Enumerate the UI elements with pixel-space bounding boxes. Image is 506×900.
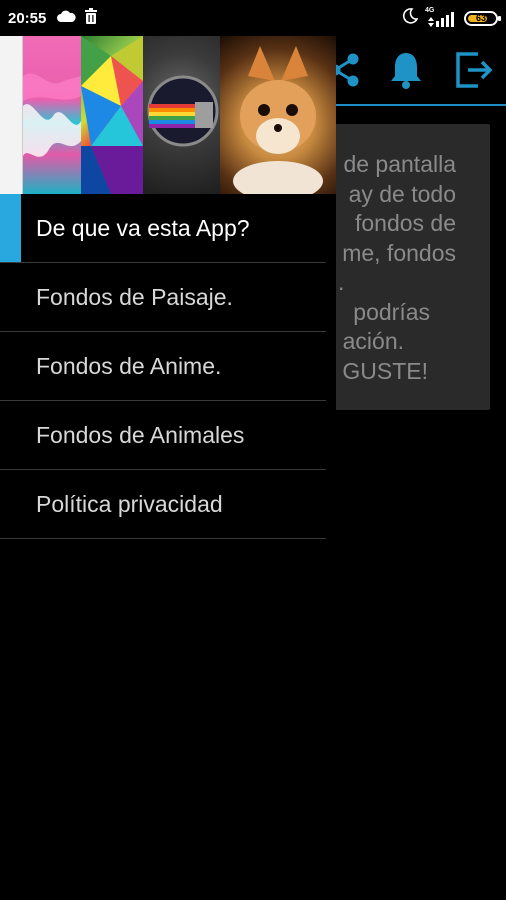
header-image-edge [0, 36, 23, 194]
drawer-header [0, 36, 336, 194]
trash-icon [84, 7, 98, 29]
drawer-menu: De que va esta App? Fondos de Paisaje. F… [0, 194, 326, 539]
navigation-drawer: De que va esta App? Fondos de Paisaje. F… [0, 36, 336, 900]
menu-item-anime-wallpapers[interactable]: Fondos de Anime. [0, 332, 326, 401]
polygon-wallpaper [80, 36, 143, 194]
bell-icon[interactable] [382, 46, 430, 94]
signal-icon: 4G [425, 7, 456, 27]
status-bar: 20:55 4G 63 [0, 0, 506, 36]
menu-item-animal-wallpapers[interactable]: Fondos de Animales [0, 401, 326, 470]
moon-icon [402, 7, 419, 29]
battery-level: 63 [475, 13, 486, 23]
network-type: 4G [425, 7, 435, 14]
status-time: 20:55 [8, 9, 47, 27]
menu-item-label: Fondos de Paisaje. [36, 283, 233, 310]
exit-icon[interactable] [450, 46, 498, 94]
menu-item-privacy-policy[interactable]: Política privacidad [0, 470, 326, 539]
fox-wallpaper [220, 36, 336, 194]
abstract-pink-wallpaper [22, 36, 81, 194]
menu-item-landscape-wallpapers[interactable]: Fondos de Paisaje. [0, 263, 326, 332]
menu-item-label: Política privacidad [36, 490, 223, 517]
menu-item-label: Fondos de Animales [36, 421, 245, 448]
active-indicator [0, 194, 21, 262]
menu-item-label: De que va esta App? [36, 214, 250, 241]
menu-item-about[interactable]: De que va esta App? [0, 194, 326, 263]
battery-icon: 63 [464, 10, 501, 26]
cat-wallpaper [142, 36, 221, 194]
cloud-icon [56, 9, 76, 28]
menu-item-label: Fondos de Anime. [36, 352, 222, 379]
